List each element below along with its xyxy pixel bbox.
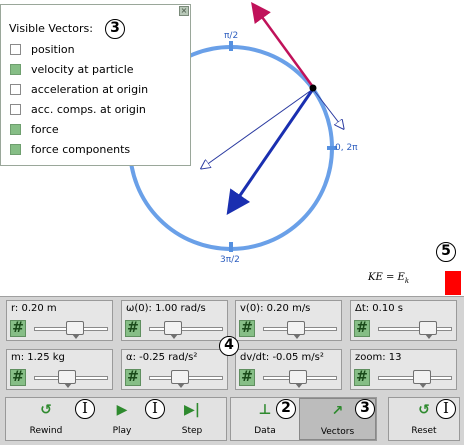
kinetic-energy-bar [445, 271, 461, 295]
checkbox[interactable] [10, 103, 21, 115]
checkbox[interactable] [10, 43, 21, 55]
checkbox[interactable] [10, 83, 21, 95]
slider-thumb[interactable] [65, 321, 84, 339]
numeric-entry-icon[interactable]: # [125, 369, 141, 386]
param-omega0: ω(0): 1.00 rad/s # [121, 300, 228, 341]
view-button-group: ⊥ Data ↗ Vectors [230, 397, 377, 441]
callout-play: I [145, 399, 165, 419]
visible-vectors-title: Visible Vectors: [9, 22, 93, 35]
callout-params: 4 [219, 336, 239, 356]
vector-option-force-components[interactable]: force components [10, 141, 130, 157]
param-dt: Δt: 0.10 s # [350, 300, 457, 341]
callout-reset: I [436, 399, 456, 419]
particle[interactable] [309, 84, 317, 92]
param-v0: v(0): 0.20 m/s # [235, 300, 342, 341]
param-dvdt: dv/dt: -0.05 m/s² # [235, 349, 342, 390]
param-radius: r: 0.20 m # [6, 300, 113, 341]
param-alpha: α: -0.25 rad/s² # [121, 349, 228, 390]
numeric-entry-icon[interactable]: # [125, 320, 141, 337]
slider-thumb[interactable] [171, 370, 190, 388]
vector-option-velocity[interactable]: velocity at particle [10, 61, 134, 77]
slider-thumb[interactable] [287, 321, 306, 339]
checkbox[interactable] [10, 123, 21, 135]
numeric-entry-icon[interactable]: # [10, 369, 26, 386]
rewind-button[interactable]: ↺ Rewind [6, 398, 86, 440]
angle-label-bottom: 3π/2 [220, 255, 240, 265]
checkbox[interactable] [10, 63, 21, 75]
kinetic-energy-label: KE = Ek [368, 272, 410, 285]
vector-option-force[interactable]: force [10, 121, 59, 137]
panel-close-icon[interactable]: × [179, 6, 189, 16]
slider-track[interactable] [149, 327, 223, 331]
slider-thumb[interactable] [419, 321, 438, 339]
tick-bottom [229, 242, 233, 252]
callout-energy: 5 [436, 242, 456, 262]
callout-rewind: I [75, 399, 95, 419]
slider-track[interactable] [378, 327, 452, 331]
param-mass: m: 1.25 kg # [6, 349, 113, 390]
tick-top [229, 41, 233, 51]
rewind-icon: ↺ [40, 402, 52, 418]
callout-data: 2 [276, 399, 296, 419]
visible-vectors-panel: × Visible Vectors: 3 position velocity a… [0, 4, 191, 166]
numeric-entry-icon[interactable]: # [354, 369, 370, 386]
vector-option-acceleration[interactable]: acceleration at origin [10, 81, 148, 97]
callout-vectors: 3 [355, 399, 375, 419]
force-component-x-vector [202, 88, 314, 168]
angle-label-top: π/2 [224, 31, 238, 41]
force-vector [226, 88, 315, 215]
slider-thumb[interactable] [163, 321, 182, 339]
velocity-vector [251, 1, 315, 88]
vector-option-acc-components[interactable]: acc. comps. at origin [10, 101, 146, 117]
numeric-entry-icon[interactable]: # [239, 320, 255, 337]
angle-label-right: 0, 2π [335, 143, 358, 153]
numeric-entry-icon[interactable]: # [354, 320, 370, 337]
param-zoom: zoom: 13 # [350, 349, 457, 390]
playback-button-group: ↺ Rewind ▶ Play ▶| Step [5, 397, 227, 441]
slider-thumb[interactable] [413, 370, 432, 388]
numeric-entry-icon[interactable]: # [239, 369, 255, 386]
checkbox[interactable] [10, 143, 21, 155]
vector-option-position[interactable]: position [10, 41, 75, 57]
numeric-entry-icon[interactable]: # [10, 320, 26, 337]
slider-thumb[interactable] [288, 370, 307, 388]
callout-vectors-panel: 3 [105, 19, 125, 39]
step-icon: ▶| [184, 402, 200, 418]
slider-thumb[interactable] [58, 370, 77, 388]
step-button[interactable]: ▶| Step [158, 398, 226, 440]
